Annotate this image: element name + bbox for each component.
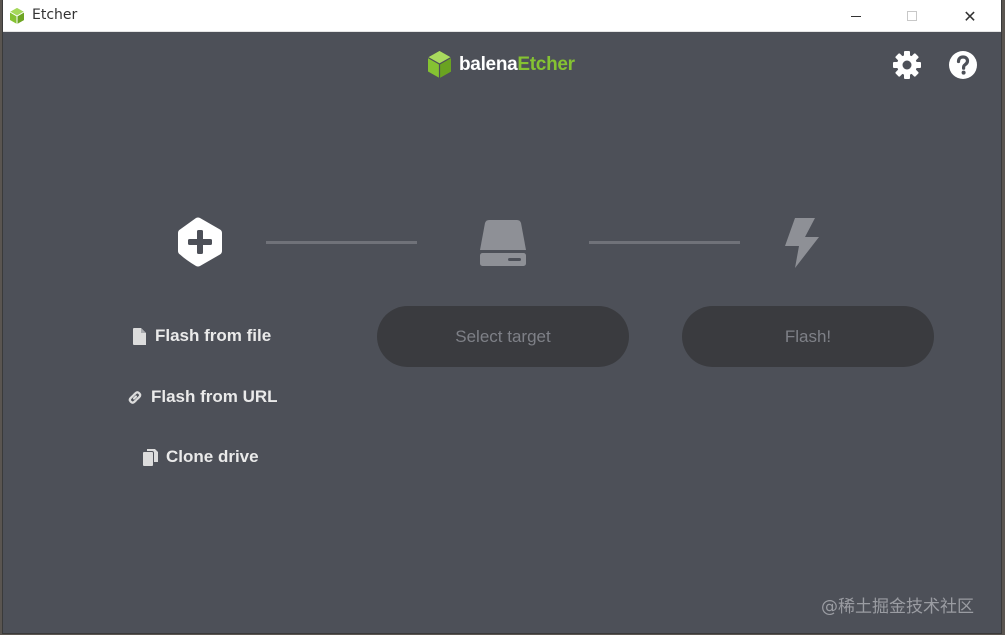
close-button[interactable]: ✕ [947, 0, 993, 32]
maximize-icon [907, 11, 917, 21]
brand-suffix: Etcher [517, 54, 575, 75]
select-target-button[interactable]: Select target [377, 306, 629, 367]
step-connector [589, 241, 740, 244]
minimize-button[interactable] [833, 0, 879, 32]
lightning-bolt-icon [779, 216, 823, 270]
flash-button[interactable]: Flash! [682, 306, 934, 367]
balena-etcher-logo: balenaEtcher [426, 50, 575, 80]
close-icon: ✕ [963, 6, 977, 26]
plus-hexagon-icon[interactable] [173, 216, 225, 268]
copy-icon [142, 448, 158, 466]
settings-button[interactable] [889, 47, 925, 83]
step-connector [266, 241, 417, 244]
brand-prefix: balena [459, 54, 518, 75]
flash-from-file-label: Flash from file [155, 326, 272, 345]
gear-icon [893, 51, 921, 79]
window-title: Etcher [32, 7, 78, 23]
maximize-button[interactable] [889, 0, 935, 32]
app-window: Etcher ✕ balenaEtcher Flash from file Fl… [3, 0, 1001, 633]
clone-drive-label: Clone drive [166, 447, 259, 466]
cube-logo-icon [427, 51, 452, 78]
question-circle-icon [949, 51, 977, 79]
title-bar[interactable]: Etcher ✕ [3, 0, 1001, 32]
flash-from-url-option[interactable]: Flash from URL [127, 387, 278, 407]
etcher-app-icon [9, 8, 25, 24]
flash-from-url-label: Flash from URL [151, 387, 278, 406]
watermark-text: @稀土掘金技术社区 [821, 597, 974, 617]
file-icon [131, 327, 147, 345]
minimize-icon [851, 15, 861, 17]
flash-from-file-option[interactable]: Flash from file [131, 326, 271, 346]
link-icon [127, 388, 143, 406]
drive-icon [477, 216, 529, 268]
clone-drive-option[interactable]: Clone drive [142, 447, 259, 467]
help-button[interactable] [945, 47, 981, 83]
brand-name: balenaEtcher [459, 54, 575, 76]
